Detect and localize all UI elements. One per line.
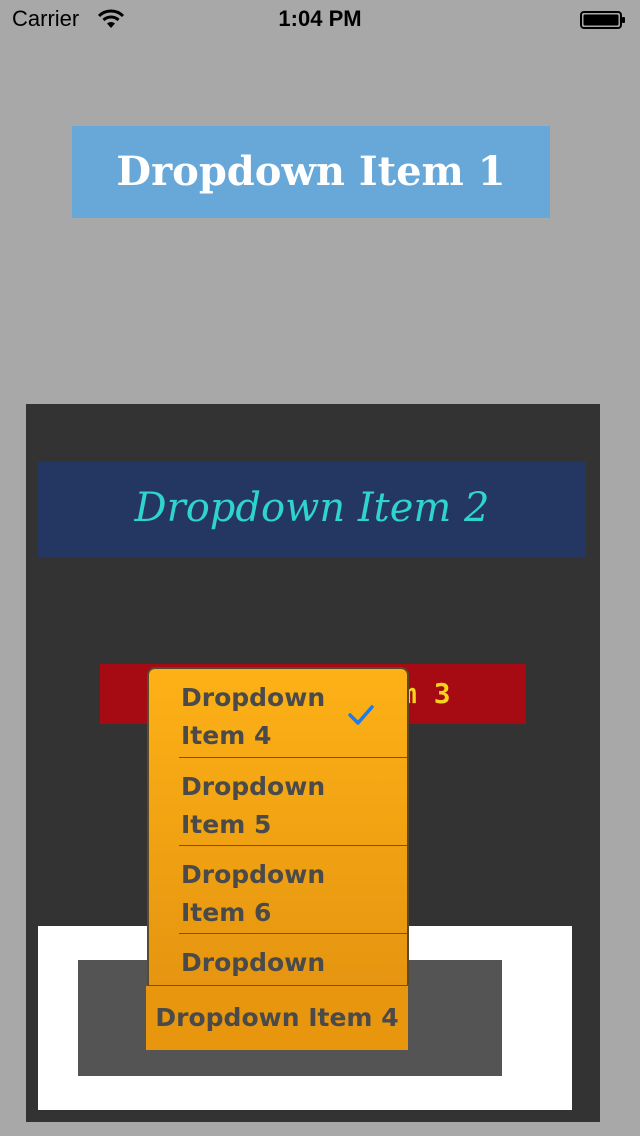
menu-item-5[interactable]: Dropdown Item 5 — [179, 757, 407, 845]
menu-item-6[interactable]: Dropdown Item 6 — [179, 845, 407, 933]
battery-icon — [580, 11, 625, 29]
menu-item-label: Dropdown Item 4 — [181, 683, 326, 750]
dropdown-button-1[interactable]: Dropdown Item 1 — [72, 126, 550, 218]
menu-item-4[interactable]: Dropdown Item 4 — [149, 669, 407, 757]
dropdown-menu: Dropdown Item 4 Dropdown Item 5 Dropdown… — [147, 667, 409, 985]
dropdown-button-2[interactable]: Dropdown Item 2 — [38, 462, 586, 558]
menu-item-label: Dropdown — [181, 948, 326, 977]
menu-item-7[interactable]: Dropdown — [179, 933, 407, 985]
menu-item-label: Dropdown Item 5 — [181, 772, 326, 839]
status-bar: Carrier 1:04 PM — [0, 0, 640, 40]
dropdown-button-4[interactable]: Dropdown Item 4 — [146, 986, 408, 1050]
checkmark-icon — [348, 705, 374, 725]
clock: 1:04 PM — [278, 6, 362, 31]
menu-item-label: Dropdown Item 6 — [181, 860, 326, 927]
